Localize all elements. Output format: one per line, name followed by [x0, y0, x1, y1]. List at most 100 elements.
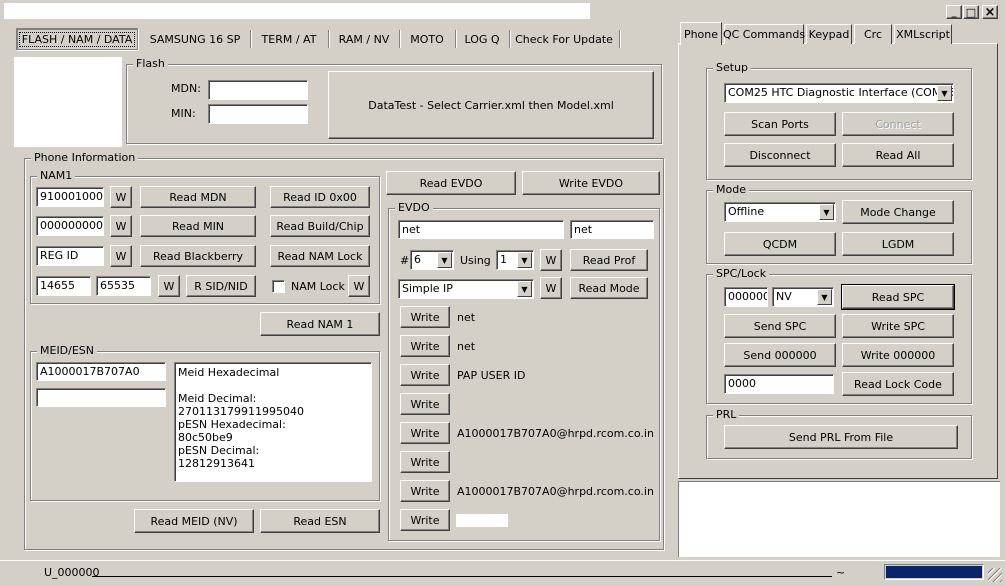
evdo-write-button-3[interactable]: Write	[400, 364, 450, 386]
read-blackberry-button[interactable]: Read Blackberry	[140, 245, 256, 267]
read-meid-button[interactable]: Read MEID (NV)	[134, 509, 254, 533]
evdo-write-button-7[interactable]: Write	[400, 480, 450, 502]
evdo-field1-input[interactable]: net	[398, 220, 564, 239]
logo-placeholder	[14, 57, 122, 147]
read-min-button[interactable]: Read MIN	[140, 215, 256, 237]
chevron-down-icon[interactable]: ▼	[817, 289, 832, 305]
evdo-row-7-text: A1000017B707A0@hrpd.rcom.co.in	[457, 485, 654, 498]
datatest-button[interactable]: DataTest - Select Carrier.xml then Model…	[328, 71, 654, 139]
read-id-button[interactable]: Read ID 0x00	[270, 186, 370, 208]
chevron-down-icon[interactable]: ▼	[517, 281, 532, 297]
read-spc-button[interactable]: Read SPC	[841, 284, 955, 310]
connect-button[interactable]: Connect	[842, 112, 954, 136]
nam-mdn-input[interactable]: 9100010000	[36, 187, 104, 207]
status-bar	[0, 560, 1005, 586]
write-reg-id-button[interactable]: W	[110, 245, 132, 267]
reg-id-input[interactable]: REG ID	[36, 246, 104, 266]
tab-crc[interactable]: Crc	[854, 24, 892, 44]
r-sid-nid-button[interactable]: R SID/NID	[186, 275, 256, 297]
resize-grip-icon[interactable]	[988, 568, 1002, 582]
meid-details-text[interactable]: Meid Hexadecimal Meid Decimal: 270113179…	[174, 362, 372, 482]
setup-label: Setup	[713, 61, 752, 74]
tab-term-at[interactable]: TERM / AT	[254, 28, 324, 50]
sid-input[interactable]: 14655	[36, 276, 91, 296]
mode-select[interactable]: Offline ▼	[724, 202, 836, 222]
read-nam1-button[interactable]: Read NAM 1	[260, 312, 380, 336]
read-esn-button[interactable]: Read ESN	[260, 509, 380, 533]
tab-qc-commands[interactable]: QC Commands	[723, 24, 805, 44]
esn-input[interactable]	[36, 388, 166, 407]
disconnect-button[interactable]: Disconnect	[724, 143, 836, 167]
using-value: 1	[500, 253, 507, 266]
send-spc-button[interactable]: Send SPC	[724, 314, 836, 338]
write-spc-button[interactable]: Write SPC	[842, 314, 954, 338]
evdo-write-button-8[interactable]: Write	[400, 509, 450, 531]
chevron-down-icon[interactable]: ▼	[437, 252, 452, 268]
port-select[interactable]: COM25 HTC Diagnostic Interface (COM25) ▼	[724, 83, 954, 103]
tab-moto[interactable]: MOTO	[403, 28, 451, 50]
write-prof-w-button[interactable]: W	[540, 249, 562, 271]
profile-select[interactable]: 6 ▼	[410, 250, 454, 270]
write-nam-lock-button[interactable]: W	[348, 275, 370, 297]
evdo-row-1-text: net	[457, 311, 476, 324]
tab-check-update[interactable]: Check For Update	[513, 28, 615, 50]
scan-ports-button[interactable]: Scan Ports	[724, 112, 836, 136]
profile-value: 6	[414, 253, 421, 266]
tab-log-q[interactable]: LOG Q	[459, 28, 505, 50]
read-nam-lock-button[interactable]: Read NAM Lock	[270, 245, 370, 267]
write-000000-button[interactable]: Write 000000	[842, 343, 954, 367]
using-select[interactable]: 1 ▼	[496, 250, 534, 270]
nam-lock-checkbox[interactable]	[272, 280, 285, 293]
write-mode-w-button[interactable]: W	[540, 277, 562, 299]
tab-phone[interactable]: Phone	[680, 22, 722, 45]
tab-xmlscript[interactable]: XMLscript	[894, 24, 952, 44]
evdo-field2-input[interactable]: net	[570, 220, 654, 239]
evdo-row-8-field[interactable]	[456, 514, 508, 527]
read-lock-code-button[interactable]: Read Lock Code	[842, 372, 954, 396]
write-mdn-button[interactable]: W	[110, 186, 132, 208]
chevron-down-icon[interactable]: ▼	[517, 252, 532, 268]
evdo-write-button-4[interactable]: Write	[400, 393, 450, 415]
qcdm-button[interactable]: QCDM	[724, 232, 836, 256]
send-000000-button[interactable]: Send 000000	[724, 343, 836, 367]
evdo-write-button-6[interactable]: Write	[400, 451, 450, 473]
evdo-write-button-2[interactable]: Write	[400, 335, 450, 357]
close-button[interactable]: ×	[982, 5, 998, 19]
chevron-down-icon[interactable]: ▼	[819, 204, 834, 220]
log-output[interactable]	[678, 481, 1000, 557]
write-min-button[interactable]: W	[110, 215, 132, 237]
status-underline	[92, 576, 832, 577]
tab-flash-nam-data[interactable]: FLASH / NAM / DATA	[16, 28, 138, 50]
nam-min-input[interactable]: 0000000000	[36, 216, 104, 236]
lock-code-input[interactable]: 0000	[724, 374, 834, 394]
write-sid-button[interactable]: W	[158, 275, 180, 297]
tab-samsung[interactable]: SAMSUNG 16 SP	[144, 28, 246, 50]
read-mdn-button[interactable]: Read MDN	[140, 186, 256, 208]
maximize-button[interactable]: □	[963, 5, 979, 19]
ip-mode-select[interactable]: Simple IP ▼	[398, 279, 534, 299]
ip-mode-value: Simple IP	[402, 282, 453, 295]
prl-label: PRL	[713, 408, 740, 421]
evdo-write-button-5[interactable]: Write	[400, 422, 450, 444]
lgdm-button[interactable]: LGDM	[842, 232, 954, 256]
read-prof-button[interactable]: Read Prof	[570, 249, 648, 271]
flash-mdn-input[interactable]	[208, 80, 308, 100]
nv-select[interactable]: NV ▼	[772, 287, 834, 307]
flash-min-input[interactable]	[208, 104, 308, 124]
tab-ram-nv[interactable]: RAM / NV	[332, 28, 396, 50]
send-prl-button[interactable]: Send PRL From File	[724, 425, 958, 449]
read-build-chip-button[interactable]: Read Build/Chip	[270, 215, 370, 237]
nid-input[interactable]: 65535	[96, 276, 151, 296]
meid-input[interactable]: A1000017B707A0	[36, 362, 166, 381]
read-mode-button[interactable]: Read Mode	[570, 277, 648, 299]
mode-change-button[interactable]: Mode Change	[842, 200, 954, 224]
read-evdo-button[interactable]: Read EVDO	[386, 171, 516, 195]
chevron-down-icon[interactable]: ▼	[937, 85, 952, 101]
tab-keypad[interactable]: Keypad	[806, 24, 852, 44]
evdo-write-button-1[interactable]: Write	[400, 306, 450, 328]
spc-input[interactable]: 000000	[724, 287, 768, 307]
tab-separator	[250, 30, 251, 48]
write-evdo-button[interactable]: Write EVDO	[522, 171, 660, 195]
read-all-button[interactable]: Read All	[842, 143, 954, 167]
minimize-button[interactable]: _	[946, 5, 962, 19]
